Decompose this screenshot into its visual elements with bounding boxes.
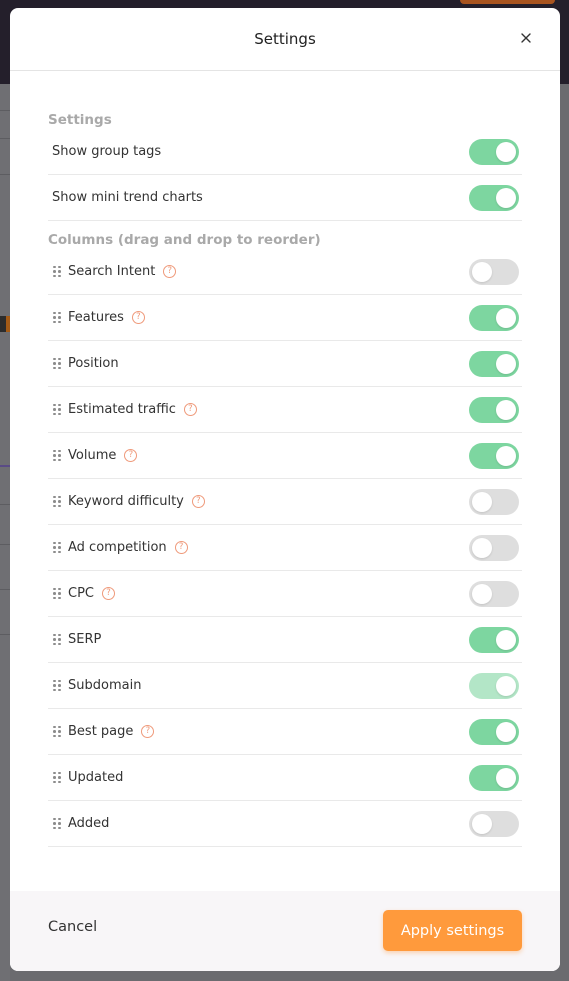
column-row-label: Position [68,356,119,371]
close-button[interactable] [518,30,534,46]
column-row-label: Keyword difficulty [68,494,184,509]
column-row-label: Ad competition [68,540,167,555]
column-row-keyword-difficulty[interactable]: Keyword difficulty? [48,479,522,525]
backdrop-accent [460,0,555,4]
help-icon[interactable]: ? [174,541,188,554]
close-icon [521,33,531,43]
settings-row-show-mini-trend-charts: Show mini trend charts [48,175,522,221]
toggle-serp[interactable] [469,627,519,653]
toggle-knob [496,722,516,742]
drag-handle-icon[interactable] [51,403,67,417]
toggle-best-page[interactable] [469,719,519,745]
toggle-position[interactable] [469,351,519,377]
column-row-ad-competition[interactable]: Ad competition? [48,525,522,571]
drag-handle-icon[interactable] [51,541,67,555]
modal-title: Settings [254,30,316,48]
column-row-label: Features [68,310,124,325]
column-row-label: Added [68,816,110,831]
column-row-updated[interactable]: Updated [48,755,522,801]
column-row-added[interactable]: Added [48,801,522,847]
column-row-features[interactable]: Features? [48,295,522,341]
cancel-button[interactable]: Cancel [48,919,97,935]
toggle-keyword-difficulty[interactable] [469,489,519,515]
toggle-knob [496,142,516,162]
help-icon[interactable]: ? [124,449,138,462]
apply-settings-button[interactable]: Apply settings [383,910,522,951]
column-row-label: Updated [68,770,124,785]
toggle-knob [496,354,516,374]
drag-handle-icon[interactable] [51,725,67,739]
drag-handle-icon[interactable] [51,633,67,647]
drag-handle-icon[interactable] [51,495,67,509]
toggle-knob [496,400,516,420]
help-icon[interactable]: ? [131,311,145,324]
backdrop-page-fragment [0,84,10,981]
column-row-serp[interactable]: SERP [48,617,522,663]
modal-header: Settings [10,8,560,71]
toggle-volume[interactable] [469,443,519,469]
toggle-knob [472,492,492,512]
toggle-knob [472,538,492,558]
help-icon[interactable]: ? [191,495,205,508]
toggle-knob [496,768,516,788]
settings-row-label: Show mini trend charts [52,190,203,205]
toggle-knob [472,814,492,834]
help-icon[interactable]: ? [163,265,177,278]
toggle-updated[interactable] [469,765,519,791]
drag-handle-icon[interactable] [51,679,67,693]
column-row-label: SERP [68,632,102,647]
column-row-cpc[interactable]: CPC? [48,571,522,617]
columns-section-title: Columns (drag and drop to reorder) [48,232,321,248]
toggle-features[interactable] [469,305,519,331]
settings-list: Show group tags Show mini trend charts [48,129,522,221]
toggle-ad-competition[interactable] [469,535,519,561]
toggle-search-intent[interactable] [469,259,519,285]
column-row-label: Subdomain [68,678,142,693]
column-row-position[interactable]: Position [48,341,522,387]
drag-handle-icon[interactable] [51,311,67,325]
help-icon[interactable]: ? [102,587,115,600]
column-row-label: CPC [68,586,94,601]
column-row-label: Estimated traffic [68,402,176,417]
modal-footer: Cancel Apply settings [10,891,560,971]
toggle-subdomain [469,673,519,699]
toggle-knob [472,584,492,604]
toggle-show-mini-trend-charts[interactable] [469,185,519,211]
toggle-estimated-traffic[interactable] [469,397,519,423]
settings-section-title: Settings [48,112,112,128]
toggle-knob [496,188,516,208]
drag-handle-icon[interactable] [51,771,67,785]
help-icon[interactable]: ? [183,403,197,416]
settings-row-label: Show group tags [52,144,162,159]
help-icon[interactable]: ? [141,725,155,738]
column-row-subdomain[interactable]: Subdomain [48,663,522,709]
modal-body: Settings Show group tags Show mini trend … [48,111,522,847]
toggle-show-group-tags[interactable] [469,139,519,165]
drag-handle-icon[interactable] [51,449,67,463]
toggle-added[interactable] [469,811,519,837]
drag-handle-icon[interactable] [51,265,67,279]
column-row-label: Search Intent [68,264,156,279]
column-row-volume[interactable]: Volume? [48,433,522,479]
drag-handle-icon[interactable] [51,587,67,601]
toggle-knob [496,630,516,650]
toggle-knob [496,308,516,328]
settings-row-show-group-tags: Show group tags [48,129,522,175]
toggle-cpc[interactable] [469,581,519,607]
drag-handle-icon[interactable] [51,357,67,371]
column-row-estimated-traffic[interactable]: Estimated traffic? [48,387,522,433]
column-row-label: Volume [68,448,117,463]
column-row-search-intent[interactable]: Search Intent? [48,249,522,295]
toggle-knob [472,262,492,282]
settings-modal: Settings Settings Show group tags Show mi… [10,8,560,971]
column-row-best-page[interactable]: Best page? [48,709,522,755]
toggle-knob [496,446,516,466]
columns-list: Search Intent? Features? Position Estimated… [48,249,522,847]
drag-handle-icon[interactable] [51,817,67,831]
column-row-label: Best page [68,724,134,739]
toggle-knob [496,676,516,696]
